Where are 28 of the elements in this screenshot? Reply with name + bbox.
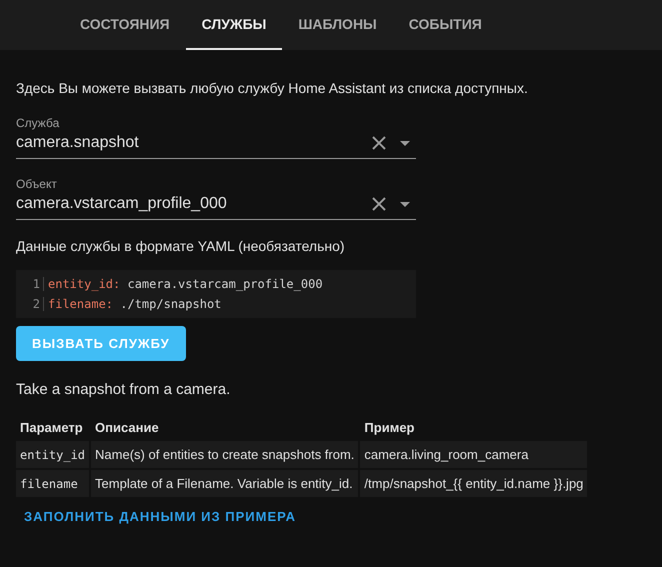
- table-cell: Template of a Filename. Variable is entity_id.: [91, 470, 358, 497]
- column-header: Описание: [94, 419, 160, 437]
- line-number: 2: [16, 297, 44, 311]
- intro-text: Здесь Вы можете вызвать любую службу Home Assistant из списка доступных.: [16, 80, 529, 96]
- clear-icon[interactable]: [372, 197, 386, 211]
- yaml-label: Данные службы в формате YAML (необязательно): [16, 238, 346, 254]
- fill-example-link[interactable]: ЗАПОЛНИТЬ ДАННЫМИ ИЗ ПРИМЕРА: [16, 505, 304, 528]
- select-field[interactable]: Объект camera.vstarcam_profile_000: [16, 177, 416, 220]
- line-number: 1: [16, 277, 44, 291]
- table-cell: Name(s) of entities to create snapshots from.: [91, 441, 358, 468]
- column-header: Пример: [363, 419, 416, 437]
- caret-icon[interactable]: [400, 202, 410, 206]
- tab[interactable]: СОБЫТИЯ: [392, 0, 498, 50]
- code-line: filename: ./tmp/snapshot: [47, 297, 222, 311]
- table-cell: /tmp/snapshot_{{ entity_id.name }}.jpg: [360, 470, 588, 497]
- caret-icon[interactable]: [400, 140, 410, 146]
- tab[interactable]: СОСТОЯНИЯ: [64, 0, 186, 50]
- tab[interactable]: СЛУЖБЫ: [186, 0, 282, 50]
- clear-icon[interactable]: [372, 136, 386, 150]
- service-description: Take a snapshot from a camera.: [16, 381, 232, 398]
- table-cell: camera.living_room_camera: [360, 441, 588, 468]
- code-editor[interactable]: 1 entity_id: camera.vstarcam_profile_000 2 filename: ./tmp/snapshot: [16, 270, 416, 318]
- column-header: Параметр: [19, 419, 84, 437]
- code-line: entity_id: camera.vstarcam_profile_000: [47, 277, 323, 291]
- table-cell: entity_id: [16, 441, 90, 468]
- select-field[interactable]: Служба camera.snapshot: [16, 116, 416, 159]
- table-cell: filename: [16, 470, 90, 497]
- tab[interactable]: ШАБЛОНЫ: [282, 0, 393, 50]
